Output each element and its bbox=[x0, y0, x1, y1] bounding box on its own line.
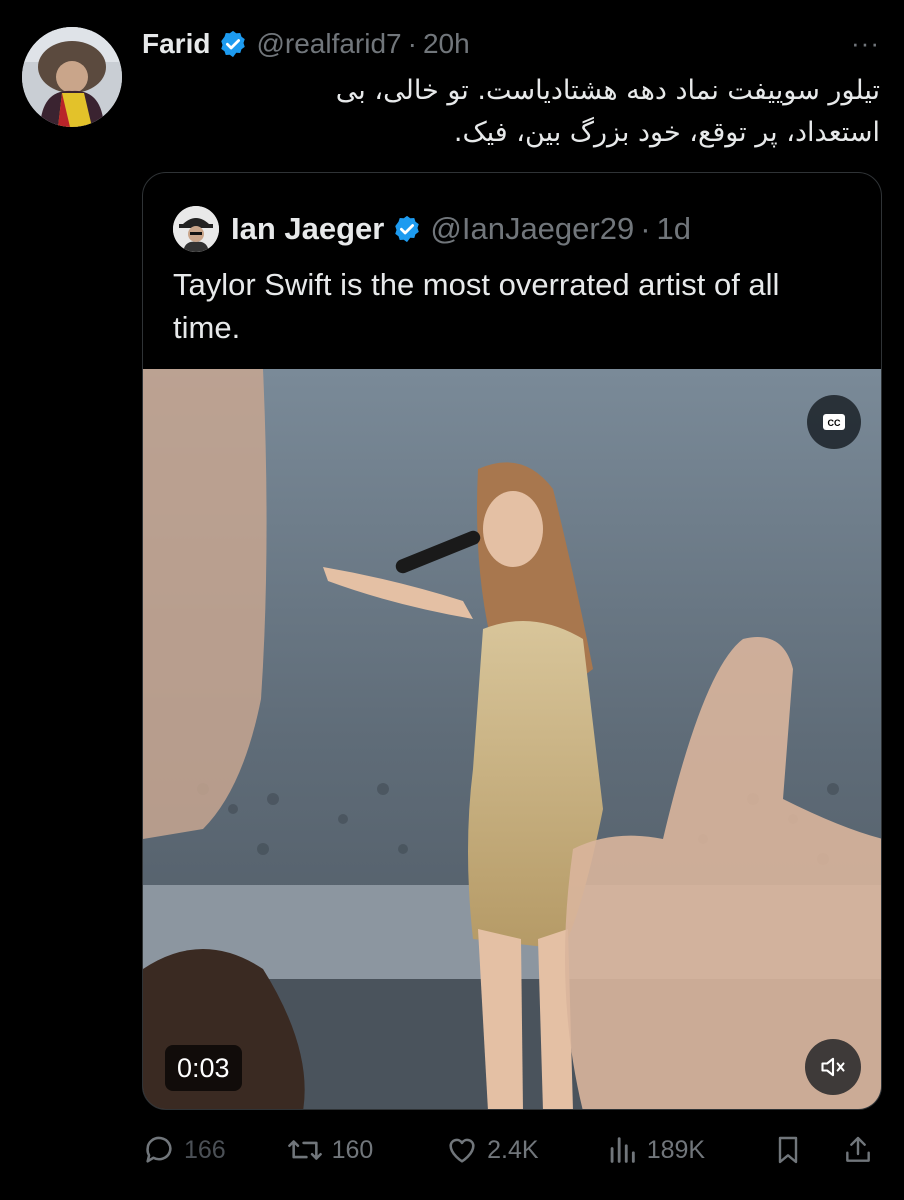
author-avatar[interactable] bbox=[22, 27, 122, 127]
verified-badge-icon bbox=[392, 214, 422, 244]
reply-icon bbox=[146, 1136, 172, 1163]
views-button[interactable]: 189K bbox=[605, 1133, 773, 1167]
like-button[interactable]: 2.4K bbox=[445, 1133, 605, 1167]
action-bar: 166 160 2.4K 189K bbox=[142, 1128, 882, 1172]
quoted-text: Taylor Swift is the most overrated artis… bbox=[173, 267, 780, 345]
reply-button[interactable]: 166 bbox=[142, 1133, 286, 1167]
video-frame bbox=[143, 369, 881, 1109]
cc-icon[interactable]: CC bbox=[807, 395, 861, 449]
views-count: 189K bbox=[646, 1135, 706, 1164]
video-player[interactable]: CC 0:03 bbox=[143, 369, 881, 1109]
mute-icon[interactable] bbox=[805, 1039, 861, 1095]
video-timestamp: 0:03 bbox=[165, 1045, 242, 1091]
author-name[interactable]: Farid bbox=[142, 28, 210, 60]
repost-count: 160 bbox=[331, 1135, 374, 1164]
cc-label: CC bbox=[828, 418, 841, 428]
tweet-text-line: استعداد، پر توقع، خود بزرگ بین، فیک. bbox=[453, 117, 880, 148]
reply-count: 166 bbox=[184, 1135, 226, 1164]
quoted-tweet[interactable]: Ian Jaeger @IanJaeger29 · 1d Taylor Swif… bbox=[142, 172, 882, 1110]
quoted-author-handle[interactable]: @IanJaeger29 bbox=[430, 211, 634, 247]
views-icon bbox=[610, 1137, 635, 1163]
like-count: 2.4K bbox=[487, 1135, 539, 1164]
like-icon bbox=[449, 1138, 475, 1163]
more-icon[interactable]: ··· bbox=[851, 28, 880, 59]
repost-icon bbox=[287, 1140, 322, 1160]
quoted-avatar[interactable] bbox=[173, 206, 219, 252]
quoted-header: Ian Jaeger @IanJaeger29 · 1d bbox=[173, 201, 691, 257]
separator-dot: · bbox=[640, 211, 651, 246]
separator-dot: · bbox=[407, 28, 417, 59]
bookmark-icon bbox=[779, 1136, 798, 1164]
quoted-time: 1d bbox=[656, 211, 692, 246]
tweet-text: تیلور سوییفت نماد دهه هشتادیاست. تو خالی… bbox=[160, 70, 880, 154]
author-handle[interactable]: @realfarid7 bbox=[256, 28, 401, 60]
bookmark-button[interactable] bbox=[772, 1133, 842, 1167]
share-button[interactable] bbox=[842, 1133, 882, 1167]
verified-badge-icon bbox=[218, 29, 248, 59]
tweet-time[interactable]: 20h bbox=[423, 28, 470, 60]
share-icon bbox=[846, 1136, 870, 1162]
quoted-author-name[interactable]: Ian Jaeger bbox=[231, 211, 384, 247]
tweet-text-line: تیلور سوییفت نماد دهه هشتادیاست. تو خالی… bbox=[335, 75, 880, 106]
repost-button[interactable]: 160 bbox=[286, 1133, 446, 1167]
tweet-header: Farid @realfarid7 · 20h bbox=[142, 24, 470, 64]
